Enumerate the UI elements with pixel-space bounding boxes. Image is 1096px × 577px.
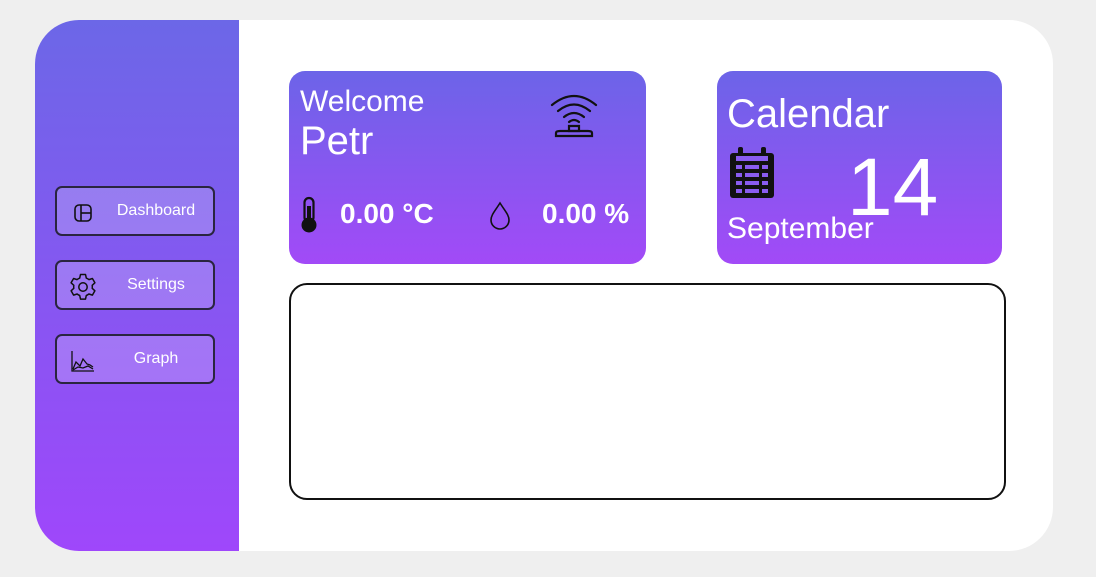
sidebar-item-label: Dashboard	[116, 202, 196, 219]
welcome-greeting: Welcome	[300, 85, 425, 118]
humidity-value: 0.00 %	[542, 198, 630, 229]
sidebar-item-graph[interactable]: Graph	[55, 334, 215, 384]
water-drop-icon	[488, 200, 512, 235]
temperature-value: 0.00 °C	[340, 198, 434, 229]
sidebar-item-dashboard[interactable]: Dashboard	[55, 186, 215, 236]
calendar-icon	[727, 146, 777, 205]
gear-icon	[67, 271, 99, 303]
dashboard-icon	[67, 197, 99, 229]
app-window: Dashboard Settings Graph Welcome Petr 0.…	[35, 20, 1053, 551]
calendar-card: Calendar 14 September	[717, 71, 1002, 264]
welcome-card: Welcome Petr 0.00 °C 0.00 %	[289, 71, 646, 264]
graph-panel	[289, 283, 1006, 500]
wifi-signal-icon	[547, 91, 601, 146]
thermometer-icon	[298, 196, 320, 239]
calendar-month: September	[727, 212, 874, 245]
user-name: Petr	[300, 119, 374, 163]
sidebar-item-label: Settings	[127, 276, 185, 293]
calendar-title: Calendar	[727, 92, 890, 136]
sidebar-item-label: Graph	[133, 350, 179, 367]
sidebar-item-settings[interactable]: Settings	[55, 260, 215, 310]
sidebar: Dashboard Settings Graph	[35, 20, 239, 551]
graph-icon	[67, 345, 99, 377]
